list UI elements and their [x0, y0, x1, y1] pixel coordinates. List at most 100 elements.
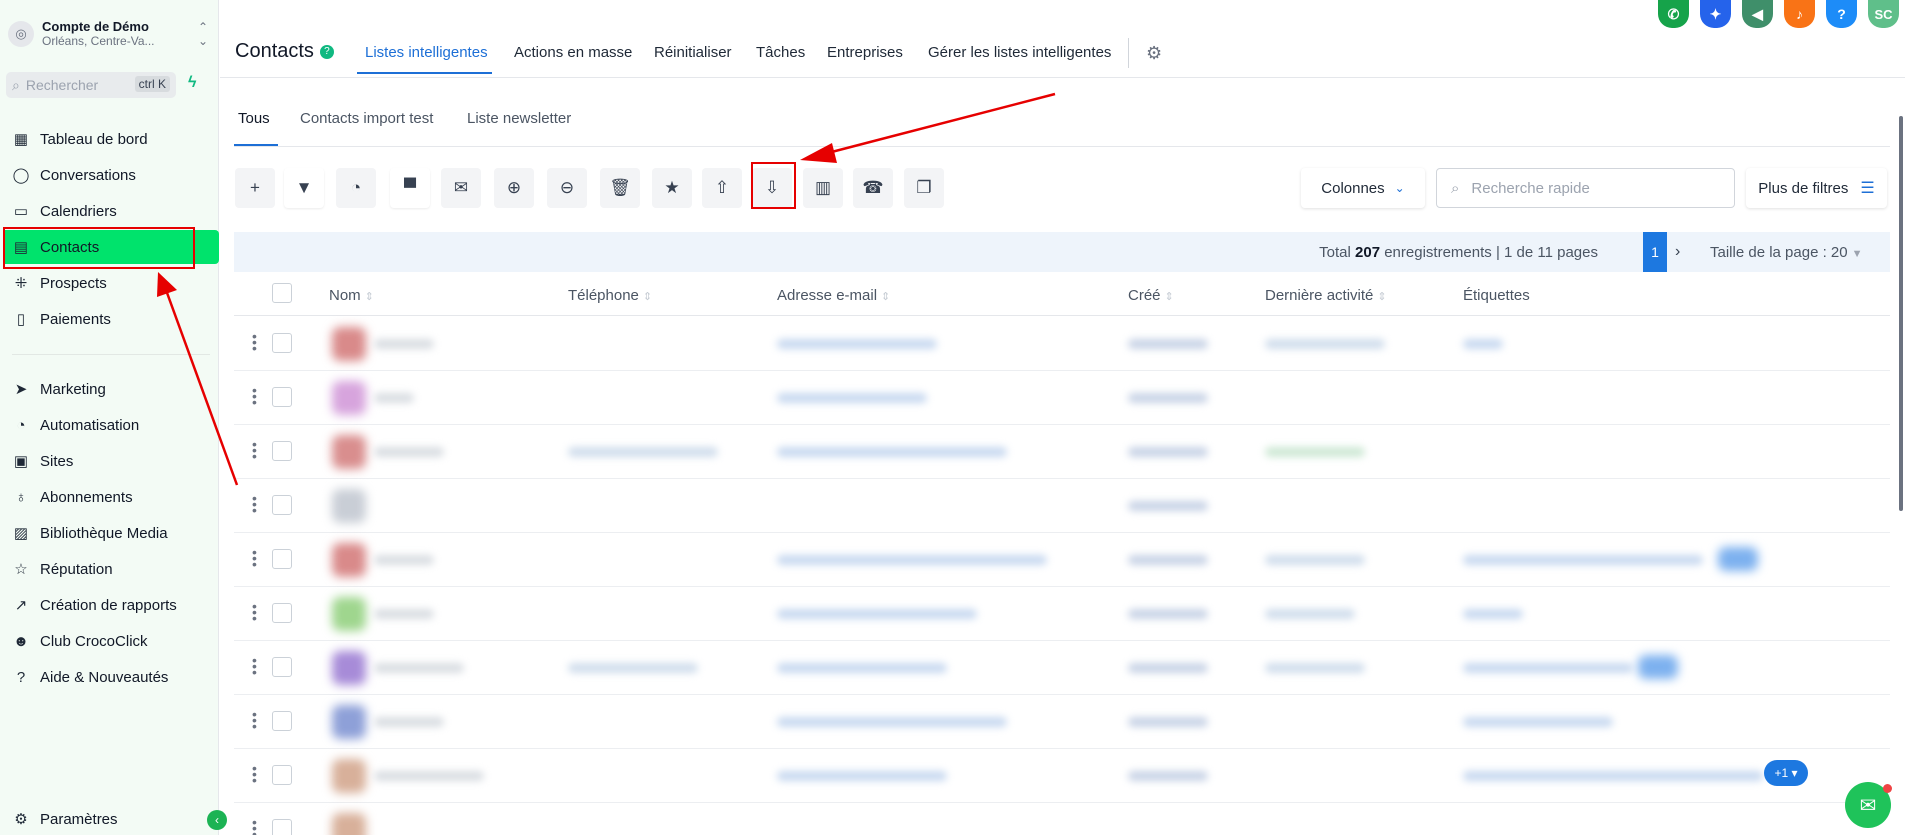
drag-handle-icon[interactable]: • • •: [252, 599, 257, 625]
collapse-sidebar-button[interactable]: ‹: [207, 810, 227, 830]
delete-button[interactable]: 🗑: [600, 168, 640, 208]
add-to-automation-button[interactable]: ◔: [336, 168, 376, 208]
row-checkbox[interactable]: [272, 549, 292, 569]
remove-tag-button[interactable]: ⊖: [547, 168, 587, 208]
table-row[interactable]: • • •: [234, 425, 1890, 479]
table-row[interactable]: • • •: [234, 479, 1890, 533]
add-contact-button[interactable]: +: [235, 168, 275, 208]
quick-search[interactable]: ⌕: [1436, 168, 1735, 208]
megaphone-icon[interactable]: ◀: [1742, 0, 1773, 28]
pipeline-icon: ⁜: [14, 275, 28, 292]
sidebar-item-calendars[interactable]: ▭ Calendriers: [0, 194, 219, 228]
row-checkbox[interactable]: [272, 657, 292, 677]
drag-handle-icon[interactable]: • • •: [252, 545, 257, 571]
user-avatar[interactable]: SC: [1868, 0, 1899, 28]
quick-search-input[interactable]: [1471, 179, 1702, 197]
whatsapp-button[interactable]: ☎: [853, 168, 893, 208]
table-row[interactable]: • • •: [234, 587, 1890, 641]
sidebar-item-dashboard[interactable]: ▦ Tableau de bord: [0, 122, 219, 156]
tab-bulk-actions[interactable]: Actions en masse: [514, 44, 632, 61]
column-header-tags: Étiquettes: [1463, 287, 1530, 304]
quick-actions-bolt-icon[interactable]: ϟ: [188, 74, 196, 92]
drag-handle-icon[interactable]: • • •: [252, 761, 257, 787]
page-number-button[interactable]: 1: [1643, 232, 1667, 272]
row-checkbox[interactable]: [272, 711, 292, 731]
tab-smart-lists[interactable]: Listes intelligentes: [365, 44, 488, 61]
award-icon: ♁: [15, 488, 27, 506]
column-header-last-activity[interactable]: Dernière activité ⇕: [1265, 287, 1387, 304]
bell-icon[interactable]: ♪: [1784, 0, 1815, 28]
table-row[interactable]: • • •: [234, 641, 1890, 695]
sidebar-item-automation[interactable]: ◔ Automatisation: [0, 408, 219, 442]
sidebar-item-reputation[interactable]: ☆ Réputation: [0, 552, 219, 586]
more-filters-button[interactable]: Plus de filtres ☰: [1746, 168, 1887, 208]
sidebar-item-prospects[interactable]: ⁜ Prospects: [0, 266, 219, 300]
tab-reset[interactable]: Réinitialiser: [654, 44, 732, 61]
table-row[interactable]: • • •: [234, 317, 1890, 371]
drag-handle-icon[interactable]: • • •: [252, 707, 257, 733]
row-checkbox[interactable]: [272, 765, 292, 785]
import-contacts-button[interactable]: ⇧: [702, 168, 742, 208]
contact-name-blurred: [374, 609, 434, 619]
help-icon[interactable]: ?: [1826, 0, 1857, 28]
drag-handle-icon[interactable]: • • •: [252, 815, 257, 835]
sidebar-item-media-library[interactable]: ▨ Bibliothèque Media: [0, 516, 219, 550]
row-checkbox[interactable]: [272, 387, 292, 407]
envelope-icon: ✉: [453, 178, 469, 197]
drag-handle-icon[interactable]: • • •: [252, 437, 257, 463]
tab-tasks[interactable]: Tâches: [756, 44, 805, 61]
send-email-button[interactable]: ✉: [441, 168, 481, 208]
table-row[interactable]: • • •: [234, 803, 1890, 835]
column-header-email[interactable]: Adresse e-mail ⇕: [777, 287, 890, 304]
subtab-newsletter-list[interactable]: Liste newsletter: [467, 110, 571, 127]
chevron-right-icon[interactable]: ›: [1675, 243, 1680, 261]
sidebar-item-help[interactable]: ? Aide & Nouveautés: [0, 660, 219, 694]
table-row[interactable]: • • •: [234, 533, 1890, 587]
columns-dropdown[interactable]: Colonnes ⌄: [1301, 168, 1425, 208]
avatar: [332, 651, 366, 685]
sidebar-item-sites[interactable]: ▣ Sites: [0, 444, 219, 478]
row-checkbox[interactable]: [272, 603, 292, 623]
add-tag-button[interactable]: ⊕: [494, 168, 534, 208]
drag-handle-icon[interactable]: • • •: [252, 491, 257, 517]
merge-contacts-button[interactable]: ❐: [904, 168, 944, 208]
row-checkbox[interactable]: [272, 819, 292, 835]
column-header-created[interactable]: Créé ⇕: [1128, 287, 1174, 304]
column-header-phone[interactable]: Téléphone ⇕: [568, 287, 652, 304]
filter-button[interactable]: ▼: [284, 168, 324, 208]
row-checkbox[interactable]: [272, 495, 292, 515]
sidebar-item-reporting[interactable]: ↗ Création de rapports: [0, 588, 219, 622]
sidebar-item-settings[interactable]: ⚙ Paramètres: [0, 802, 219, 835]
tab-companies[interactable]: Entreprises: [827, 44, 903, 61]
row-checkbox[interactable]: [272, 333, 292, 353]
table-row[interactable]: • • •: [234, 695, 1890, 749]
select-all-checkbox[interactable]: [272, 283, 292, 303]
phone-icon[interactable]: ✆: [1658, 0, 1689, 28]
tab-manage-smart-lists[interactable]: Gérer les listes intelligentes: [928, 44, 1111, 61]
table-row[interactable]: • • •: [234, 749, 1890, 803]
sidebar-item-payments[interactable]: ▯ Paiements: [0, 302, 219, 336]
page-size-select[interactable]: Taille de la page : 20 ▼: [1710, 244, 1863, 261]
sidebar-item-subscriptions[interactable]: ♁ Abonnements: [0, 480, 219, 514]
sidebar-item-marketing[interactable]: ➤ Marketing: [0, 372, 219, 406]
sidebar-search[interactable]: ⌕ Rechercher ctrl K: [6, 72, 176, 98]
drag-handle-icon[interactable]: • • •: [252, 653, 257, 679]
magic-wand-icon[interactable]: ✦: [1700, 0, 1731, 28]
add-review-button[interactable]: ★: [652, 168, 692, 208]
drag-handle-icon[interactable]: • • •: [252, 329, 257, 355]
page-scrollbar[interactable]: [1899, 116, 1903, 511]
drag-handle-icon[interactable]: • • •: [252, 383, 257, 409]
sidebar-item-conversations[interactable]: ◯ Conversations: [0, 158, 219, 192]
subtab-all[interactable]: Tous: [238, 110, 270, 127]
help-badge-icon[interactable]: ?: [319, 44, 334, 59]
gear-icon[interactable]: ⚙: [1146, 43, 1162, 64]
add-to-company-button[interactable]: ▥: [803, 168, 843, 208]
subtab-contacts-import-test[interactable]: Contacts import test: [300, 110, 433, 127]
column-header-name[interactable]: Nom ⇕: [329, 287, 374, 304]
row-checkbox[interactable]: [272, 441, 292, 461]
send-sms-button[interactable]: ▀: [390, 168, 430, 208]
sidebar-item-club[interactable]: ☻ Club CrocoClick: [0, 624, 219, 658]
table-row[interactable]: • • •: [234, 371, 1890, 425]
extra-tags-button[interactable]: +1 ▾: [1764, 760, 1808, 786]
account-switcher[interactable]: ◎ Compte de Démo Orléans, Centre-Va... ⌃…: [8, 12, 208, 56]
